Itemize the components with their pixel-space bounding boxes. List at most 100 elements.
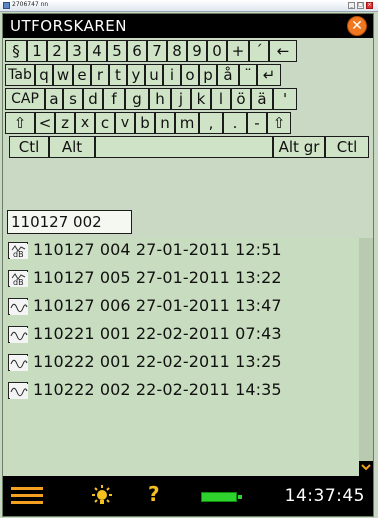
chevron-down-icon[interactable] (359, 461, 373, 476)
waveform-icon (8, 326, 28, 343)
key-minus[interactable]: - (247, 112, 267, 134)
audio-data-icon: dB (8, 270, 28, 287)
window-close-button[interactable]: × (366, 2, 373, 9)
key-u[interactable]: u (145, 64, 163, 86)
close-icon[interactable]: ✕ (347, 16, 367, 36)
key-space[interactable] (95, 136, 273, 158)
key-o-umlaut[interactable]: ö (231, 88, 251, 110)
list-item[interactable]: dB 110127 004 27-01-2011 12:51 (8, 240, 348, 264)
key-x[interactable]: x (75, 112, 95, 134)
file-time: 13:22 (235, 268, 282, 287)
list-item[interactable]: 110221 001 22-02-2011 07:43 (8, 324, 348, 348)
search-input[interactable]: 110127 002 (7, 210, 132, 234)
app-header: UTFORSKAREN ✕ (3, 14, 373, 38)
key-less-than[interactable]: < (35, 112, 55, 134)
file-time: 13:25 (235, 352, 282, 371)
key-backspace[interactable]: ← (269, 40, 297, 62)
key-5[interactable]: 5 (107, 40, 127, 62)
key-alt[interactable]: Alt (49, 136, 95, 158)
key-e[interactable]: e (73, 64, 91, 86)
key-period[interactable]: . (223, 112, 247, 134)
file-date: 22-02-2011 (135, 380, 230, 399)
key-3[interactable]: 3 (67, 40, 87, 62)
key-6[interactable]: 6 (127, 40, 147, 62)
key-m[interactable]: m (175, 112, 199, 134)
key-plus[interactable]: + (227, 40, 249, 62)
key-f[interactable]: f (103, 88, 125, 110)
key-a-ring[interactable]: å (217, 64, 239, 86)
file-name: 110127 005 (33, 268, 131, 287)
key-s[interactable]: s (63, 88, 83, 110)
key-j[interactable]: j (171, 88, 191, 110)
key-caps[interactable]: CAP (5, 88, 45, 110)
list-item[interactable]: 110127 006 27-01-2011 13:47 (8, 296, 348, 320)
key-z[interactable]: z (55, 112, 75, 134)
key-ctrl-left[interactable]: Ctl (9, 136, 49, 158)
file-date: 22-02-2011 (135, 324, 230, 343)
help-icon[interactable]: ? (148, 482, 160, 506)
window-titlebar: 2706747 nn _ □ × (0, 0, 378, 12)
file-date: 22-02-2011 (135, 352, 230, 371)
status-bar: ? 14:37:45 (3, 476, 373, 516)
key-4[interactable]: 4 (87, 40, 107, 62)
key-9[interactable]: 9 (187, 40, 207, 62)
key-shift-right[interactable]: ⇧ (267, 112, 291, 134)
audio-data-icon: dB (8, 242, 28, 259)
battery-icon (201, 492, 237, 502)
key-l[interactable]: l (211, 88, 231, 110)
key-r[interactable]: r (91, 64, 109, 86)
file-time: 14:35 (235, 380, 282, 399)
key-c[interactable]: c (95, 112, 115, 134)
key-enter[interactable]: ↵ (257, 64, 281, 86)
key-t[interactable]: t (109, 64, 127, 86)
key-section[interactable]: § (5, 40, 27, 62)
key-comma[interactable]: , (199, 112, 223, 134)
key-p[interactable]: p (199, 64, 217, 86)
file-name: 110222 001 (33, 352, 131, 371)
file-name: 110127 006 (33, 296, 131, 315)
key-g[interactable]: g (125, 88, 149, 110)
backlight-icon[interactable] (89, 484, 115, 508)
minimize-button[interactable]: _ (348, 2, 355, 9)
file-name: 110222 002 (33, 380, 131, 399)
key-i[interactable]: i (163, 64, 181, 86)
app-frame: UTFORSKAREN ✕ § 1 2 3 4 5 6 7 8 9 0 + ´ … (2, 13, 374, 517)
key-2[interactable]: 2 (47, 40, 67, 62)
file-list: dB 110127 004 27-01-2011 12:51 dB 110127… (3, 238, 373, 476)
key-alt-gr[interactable]: Alt gr (273, 136, 325, 158)
key-8[interactable]: 8 (167, 40, 187, 62)
key-o[interactable]: o (181, 64, 199, 86)
key-a[interactable]: a (45, 88, 63, 110)
key-k[interactable]: k (191, 88, 211, 110)
key-v[interactable]: v (115, 112, 135, 134)
key-0[interactable]: 0 (207, 40, 227, 62)
maximize-button[interactable]: □ (357, 2, 364, 9)
key-y[interactable]: y (127, 64, 145, 86)
key-1[interactable]: 1 (27, 40, 47, 62)
battery-tip (238, 495, 242, 499)
key-b[interactable]: b (135, 112, 155, 134)
key-acute[interactable]: ´ (249, 40, 269, 62)
key-d[interactable]: d (83, 88, 103, 110)
key-ctrl-right[interactable]: Ctl (325, 136, 369, 158)
key-a-umlaut[interactable]: ä (251, 88, 273, 110)
key-n[interactable]: n (155, 112, 175, 134)
list-item[interactable]: dB 110127 005 27-01-2011 13:22 (8, 268, 348, 292)
window-title: 2706747 nn (12, 1, 49, 8)
key-7[interactable]: 7 (147, 40, 167, 62)
key-w[interactable]: w (53, 64, 73, 86)
key-h[interactable]: h (149, 88, 171, 110)
list-item[interactable]: 110222 001 22-02-2011 13:25 (8, 352, 348, 376)
key-apostrophe[interactable]: ' (273, 88, 297, 110)
file-time: 07:43 (235, 324, 282, 343)
app-icon (3, 2, 10, 9)
key-diaeresis[interactable]: ¨ (239, 64, 257, 86)
file-name: 110221 001 (33, 324, 131, 343)
menu-icon[interactable] (11, 487, 43, 505)
scrollbar[interactable] (359, 238, 373, 476)
list-item[interactable]: 110222 002 22-02-2011 14:35 (8, 380, 348, 404)
key-tab[interactable]: Tab (5, 64, 35, 86)
waveform-icon (8, 382, 28, 399)
key-q[interactable]: q (35, 64, 53, 86)
key-shift-left[interactable]: ⇧ (5, 112, 35, 134)
